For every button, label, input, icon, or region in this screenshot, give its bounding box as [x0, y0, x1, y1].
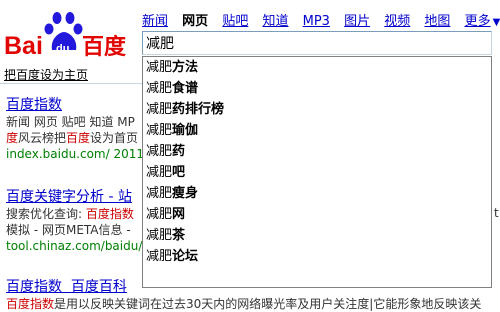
nav-item-images[interactable]: 图片	[344, 10, 370, 29]
suggestion-suffix: 茶	[172, 228, 186, 243]
suggestion-dropdown: 减肥方法 减肥食谱 减肥药排行榜 减肥瑜伽 减肥药 减肥吧 减肥瘦身 减肥网 减…	[142, 56, 492, 288]
suggestion-suffix: 方法	[172, 60, 199, 75]
nav-more[interactable]: 更多 ▼	[465, 14, 500, 29]
clipped-text: t	[494, 206, 499, 220]
nav-item-mp3[interactable]: MP3	[303, 14, 330, 29]
suggestion-prefix: 减肥	[146, 123, 173, 138]
suggestion-prefix: 减肥	[146, 102, 173, 117]
top-nav: 新闻 网页 贴吧 知道 MP3 图片 视频 地图 更多 ▼	[142, 10, 500, 29]
suggestion-prefix: 减肥	[146, 249, 173, 264]
suggestion-suffix: 药排行榜	[172, 102, 225, 117]
snippet-text: 设为首页	[90, 131, 139, 145]
nav-item-web[interactable]: 网页	[182, 10, 208, 29]
suggestion-suffix: 吧	[172, 165, 186, 180]
nav-item-news[interactable]: 新闻	[142, 10, 168, 29]
result-title[interactable]: 百度指数	[6, 94, 148, 114]
result-snippet: 搜索优化查询: 百度指数	[6, 206, 152, 222]
result-snippet: 模拟 - 网页META信息 -	[6, 223, 131, 237]
suggestion-item[interactable]: 减肥食谱	[143, 78, 491, 99]
snippet-text: 风云榜把	[18, 131, 67, 145]
result-snippet: 百度指数是用以反映关键词在过去30天内的网络曝光率及用户关注度|它能形象地反映该…	[6, 296, 481, 312]
snippet-text: 搜索优化查询:	[6, 207, 86, 221]
divider	[0, 83, 142, 84]
suggestion-item[interactable]: 减肥吧	[143, 162, 491, 183]
result-url: tool.chinaz.com/baidu/w	[6, 239, 153, 253]
set-homepage-link[interactable]: 把百度设为主页	[4, 66, 88, 83]
nav-item-map[interactable]: 地图	[424, 10, 450, 29]
suggestion-item[interactable]: 减肥方法	[143, 57, 491, 78]
suggestion-prefix: 减肥	[146, 81, 173, 96]
snippet-highlight: 百度	[66, 131, 91, 145]
snippet-highlight: 百度指数	[85, 207, 134, 221]
nav-item-tieba[interactable]: 贴吧	[222, 10, 248, 29]
search-input[interactable]	[142, 31, 492, 55]
suggestion-item[interactable]: 减肥论坛	[143, 246, 491, 267]
result-snippet: 度风云榜把百度设为首页	[6, 130, 148, 146]
suggestion-suffix: 网	[172, 207, 186, 222]
chevron-down-icon[interactable]: ▼	[493, 17, 500, 28]
suggestion-item[interactable]: 减肥药	[143, 141, 491, 162]
suggestion-item[interactable]: 减肥瘦身	[143, 183, 491, 204]
suggestion-suffix: 论坛	[172, 249, 199, 264]
nav-item-video[interactable]: 视频	[384, 10, 410, 29]
suggestion-item[interactable]: 减肥药排行榜	[143, 99, 491, 120]
suggestion-suffix: 药	[172, 144, 186, 159]
suggestion-suffix: 瑜伽	[172, 123, 199, 138]
result-snippet: 新闻 网页 贴吧 知道 MP	[6, 115, 135, 129]
suggestion-prefix: 减肥	[146, 186, 173, 201]
suggestion-item[interactable]: 减肥瑜伽	[143, 120, 491, 141]
nav-item-zhidao[interactable]: 知道	[262, 10, 288, 29]
logo-text-left: Bai	[4, 32, 43, 58]
suggestion-suffix: 瘦身	[172, 186, 199, 201]
suggestion-prefix: 减肥	[146, 228, 173, 243]
baidu-logo[interactable]: Bai du 百度	[2, 10, 134, 58]
result-url: index.baidu.com/ 2011-	[6, 147, 149, 161]
nav-more-label[interactable]: 更多	[465, 14, 491, 29]
result-title-part[interactable]: 百度百科	[71, 279, 127, 295]
result-item: 百度指数 新闻 网页 贴吧 知道 MP 度风云榜把百度设为首页 index.ba…	[6, 94, 148, 162]
logo-text-paw: du	[56, 43, 69, 55]
suggestion-prefix: 减肥	[146, 207, 173, 222]
snippet-highlight: 度	[6, 131, 19, 145]
result-title-part[interactable]: 百度指数	[6, 279, 62, 295]
result-title[interactable]: 百度关键字分析 - 站	[6, 186, 152, 206]
suggestion-prefix: 减肥	[146, 165, 173, 180]
suggestion-prefix: 减肥	[146, 144, 173, 159]
result-item: 百度关键字分析 - 站 搜索优化查询: 百度指数 模拟 - 网页META信息 -…	[6, 186, 152, 254]
suggestion-item[interactable]: 减肥网	[143, 204, 491, 225]
suggestion-prefix: 减肥	[146, 60, 173, 75]
logo-text-right: 百度	[82, 34, 127, 58]
suggestion-item[interactable]: 减肥茶	[143, 225, 491, 246]
suggestion-suffix: 食谱	[172, 81, 199, 96]
